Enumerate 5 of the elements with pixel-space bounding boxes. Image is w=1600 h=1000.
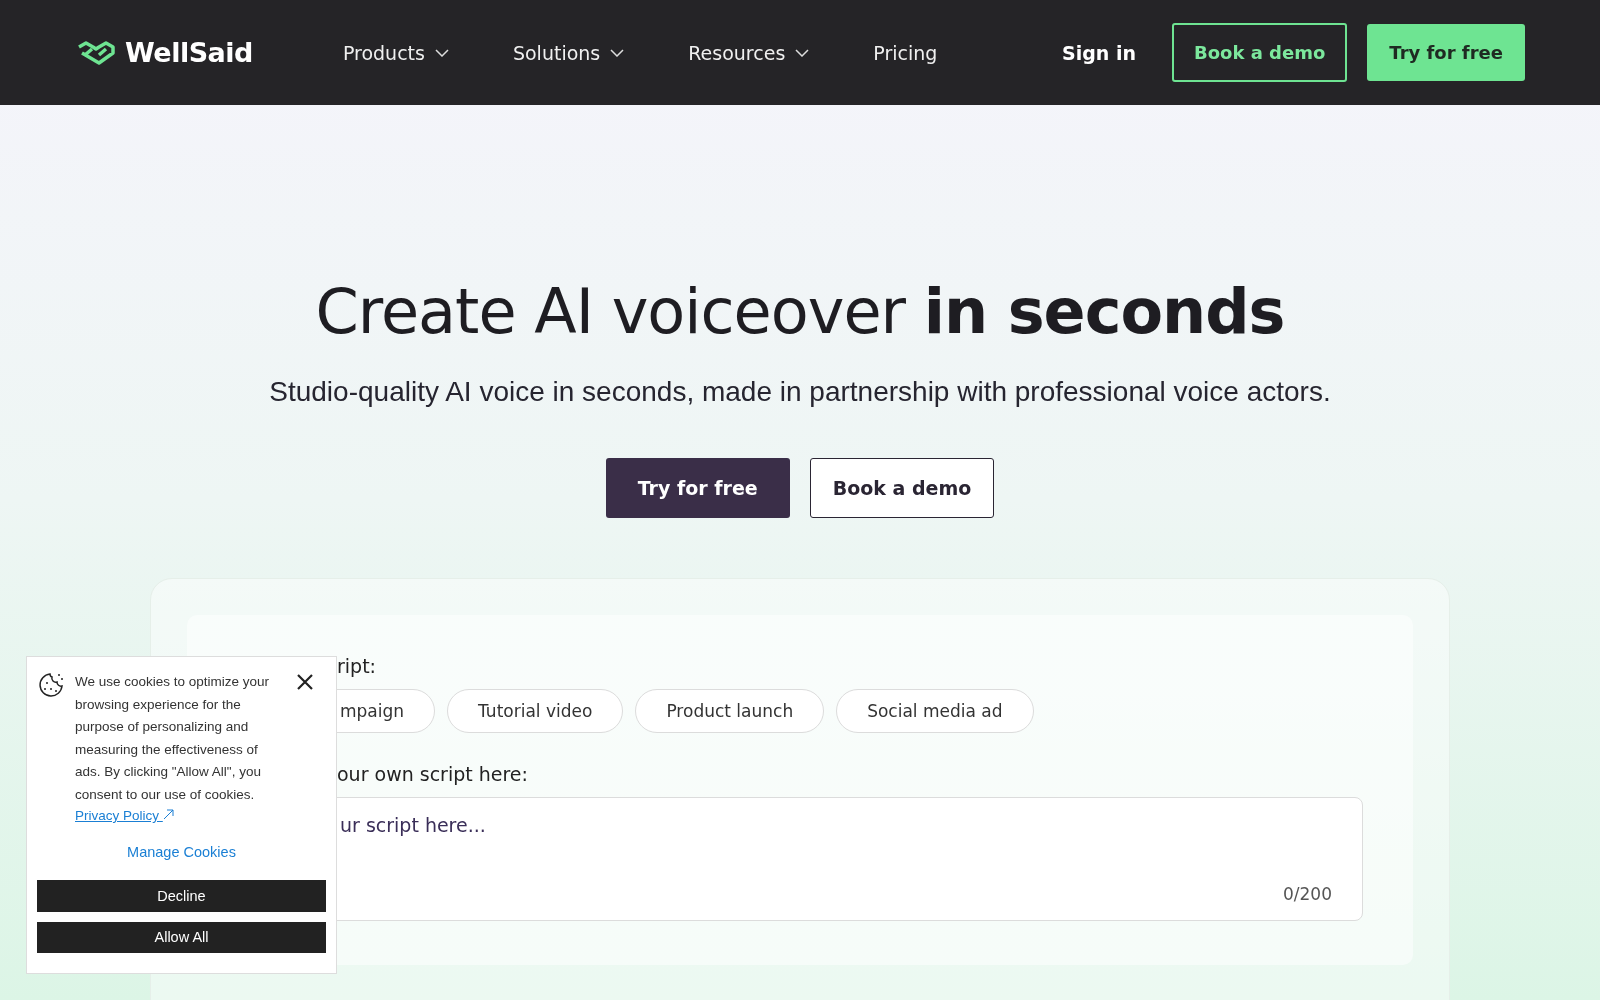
hero-subtitle: Studio-quality AI voice in seconds, made in partnership with professional voice actors. [269, 376, 1331, 408]
hero-title: Create AI voiceover in seconds [315, 275, 1285, 348]
script-label: our own script here: [336, 763, 529, 785]
examples-label: ript: [336, 655, 377, 677]
character-counter: 0/200 [1283, 884, 1332, 904]
